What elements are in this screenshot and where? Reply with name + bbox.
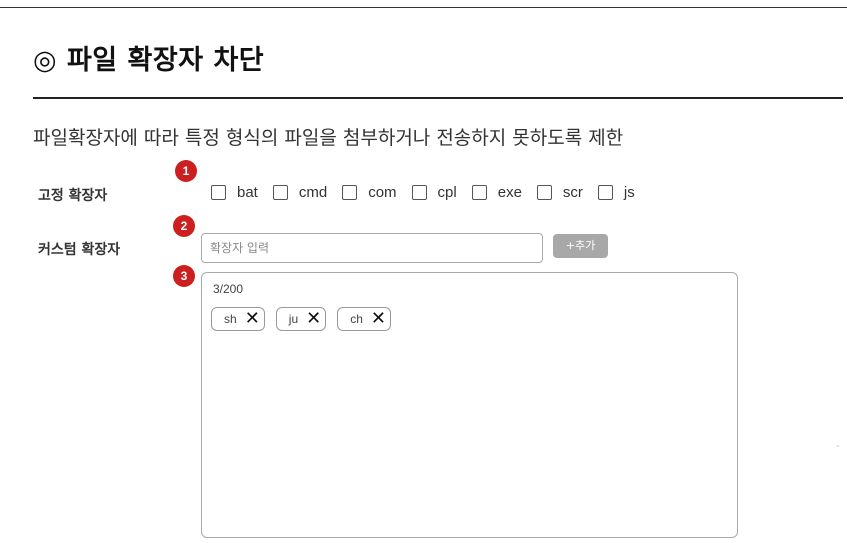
step-badge-2: 2 [173, 215, 195, 237]
page-description: 파일확장자에 따라 특정 형식의 파일을 첨부하거나 전송하지 못하도록 제한 [33, 127, 624, 149]
checkbox-label: com [368, 184, 397, 201]
checkbox-js[interactable]: js [597, 184, 635, 201]
page-title: ◎ 파일 확장자 차단 [33, 45, 265, 76]
checkbox-cpl[interactable]: cpl [411, 184, 457, 201]
checkbox-cmd[interactable]: cmd [272, 184, 328, 201]
fixed-extension-list: bat cmd com cpl exe scr js [211, 184, 650, 201]
tag-sh: sh ✕ [211, 307, 265, 331]
checkbox-label: bat [237, 184, 258, 201]
checkbox-box[interactable] [411, 185, 427, 200]
scroll-hint-mark: - [836, 441, 840, 452]
checkbox-scr[interactable]: scr [536, 184, 583, 201]
checkbox-box[interactable] [471, 185, 487, 200]
checkbox-box[interactable] [272, 185, 288, 200]
checkbox-label: exe [497, 184, 522, 201]
remove-tag-icon[interactable]: ✕ [371, 310, 386, 328]
checkbox-label: cpl [437, 184, 457, 201]
checkbox-box[interactable] [342, 185, 358, 200]
checkbox-label: js [623, 184, 635, 201]
fixed-extension-label: 고정 확장자 [38, 188, 108, 204]
checkbox-exe[interactable]: exe [471, 184, 522, 201]
remove-tag-icon[interactable]: ✕ [306, 310, 321, 328]
checkbox-label: cmd [298, 184, 328, 201]
step-badge-3: 3 [173, 265, 195, 287]
checkbox-label: scr [562, 184, 583, 201]
custom-extension-input[interactable] [201, 233, 543, 263]
tag-ju: ju ✕ [275, 307, 327, 331]
checkbox-box[interactable] [597, 185, 613, 200]
tag-list: sh ✕ ju ✕ ch ✕ [211, 307, 402, 331]
step-badge-1: 1 [175, 160, 197, 182]
tag-label: ju [288, 312, 299, 326]
custom-extension-tag-area: 3/200 sh ✕ ju ✕ ch ✕ [201, 272, 738, 538]
checkbox-box[interactable] [211, 185, 226, 200]
custom-extension-label: 커스텀 확장자 [38, 242, 121, 258]
tag-label: sh [224, 312, 237, 326]
top-divider [0, 7, 847, 8]
extension-count: 3/200 [213, 282, 244, 296]
add-extension-button[interactable]: +추가 [553, 234, 608, 258]
tag-ch: ch ✕ [337, 307, 391, 331]
checkbox-bat[interactable]: bat [211, 184, 258, 201]
checkbox-box[interactable] [536, 185, 552, 200]
tag-label: ch [350, 312, 363, 326]
remove-tag-icon[interactable]: ✕ [245, 310, 260, 328]
title-divider [33, 97, 843, 99]
checkbox-com[interactable]: com [342, 184, 397, 201]
